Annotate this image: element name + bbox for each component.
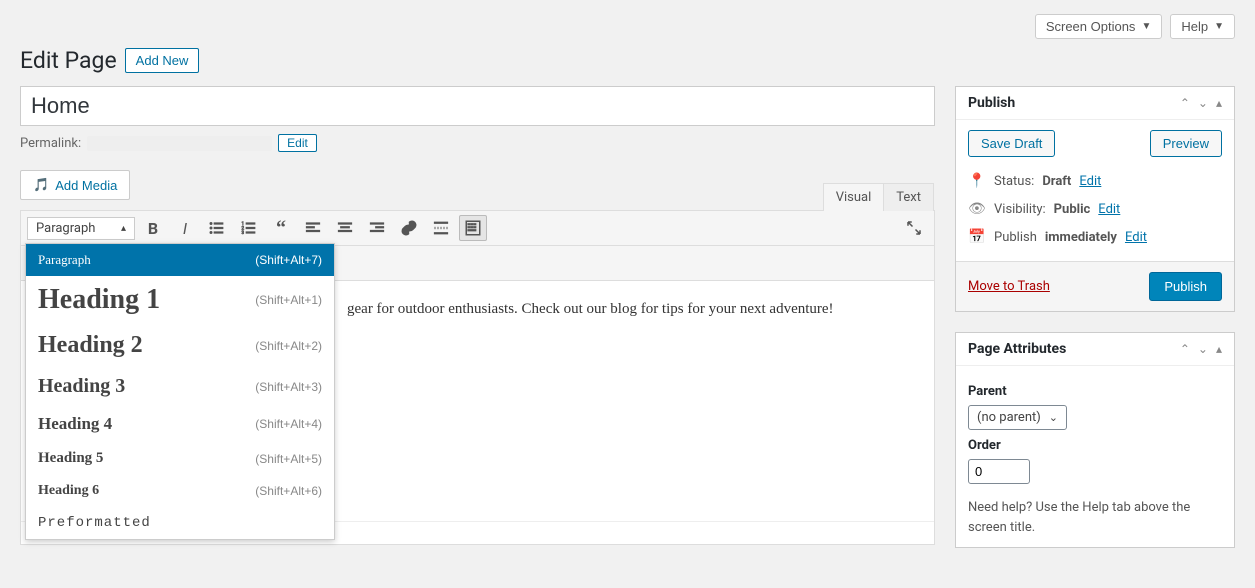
chevron-down-icon[interactable]: ⌄	[1198, 96, 1208, 110]
format-option[interactable]: Heading 3(Shift+Alt+3)	[26, 367, 334, 406]
page-attributes-metabox: Page Attributes ⌃ ⌄ ▴ Parent (no parent)…	[955, 332, 1235, 548]
svg-text:3: 3	[242, 230, 245, 236]
triangle-down-icon: ▼	[1214, 21, 1224, 32]
fullscreen-button[interactable]	[900, 215, 928, 241]
visibility-edit-link[interactable]: Edit	[1098, 202, 1120, 217]
publish-button[interactable]: Publish	[1149, 272, 1222, 301]
chevron-down-icon[interactable]: ⌄	[1198, 342, 1208, 356]
bulleted-list-button[interactable]	[203, 215, 231, 241]
move-to-trash-link[interactable]: Move to Trash	[968, 279, 1050, 294]
bold-button[interactable]: B	[139, 215, 167, 241]
order-label: Order	[968, 438, 1222, 453]
permalink-edit-button[interactable]: Edit	[278, 134, 317, 152]
publish-metabox: Publish ⌃ ⌄ ▴ Save Draft Preview 📍 Statu…	[955, 86, 1235, 312]
preview-button[interactable]: Preview	[1150, 130, 1222, 157]
chevron-up-icon[interactable]: ⌃	[1180, 342, 1190, 356]
add-new-button[interactable]: Add New	[125, 48, 200, 73]
blockquote-button[interactable]: “	[267, 215, 295, 241]
format-dropdown-menu: Paragraph(Shift+Alt+7)Heading 1(Shift+Al…	[25, 243, 335, 540]
format-dropdown-toggle[interactable]: Paragraph ▴	[27, 217, 135, 240]
help-button[interactable]: Help ▼	[1170, 14, 1235, 39]
publish-title: Publish	[968, 95, 1015, 111]
triangle-down-icon: ▼	[1141, 21, 1151, 32]
format-option[interactable]: Paragraph(Shift+Alt+7)	[26, 244, 334, 276]
eye-icon: 👁	[968, 201, 986, 217]
schedule-edit-link[interactable]: Edit	[1125, 230, 1147, 245]
permalink-label: Permalink:	[20, 136, 81, 151]
format-option[interactable]: Heading 5(Shift+Alt+5)	[26, 442, 334, 475]
page-title: Edit Page	[20, 47, 117, 74]
post-title-input[interactable]	[20, 86, 935, 126]
chevron-up-icon[interactable]: ⌃	[1180, 96, 1190, 110]
attributes-help-text: Need help? Use the Help tab above the sc…	[968, 498, 1222, 537]
pin-icon: 📍	[968, 173, 986, 189]
permalink-value	[87, 136, 272, 151]
status-edit-link[interactable]: Edit	[1079, 174, 1101, 189]
tab-visual[interactable]: Visual	[823, 183, 885, 212]
align-left-button[interactable]	[299, 215, 327, 241]
format-option[interactable]: Heading 2(Shift+Alt+2)	[26, 324, 334, 367]
page-attributes-title: Page Attributes	[968, 341, 1066, 357]
triangle-up-icon[interactable]: ▴	[1216, 96, 1222, 110]
music-note-icon: 🎵	[33, 177, 49, 193]
numbered-list-button[interactable]: 123	[235, 215, 263, 241]
triangle-up-icon[interactable]: ▴	[1216, 342, 1222, 356]
align-right-button[interactable]	[363, 215, 391, 241]
format-option[interactable]: Heading 6(Shift+Alt+6)	[26, 475, 334, 507]
add-media-button[interactable]: 🎵 Add Media	[20, 170, 130, 200]
align-center-button[interactable]	[331, 215, 359, 241]
italic-button[interactable]: I	[171, 215, 199, 241]
format-option[interactable]: Heading 1(Shift+Alt+1)	[26, 276, 334, 324]
tab-text[interactable]: Text	[883, 183, 934, 212]
toolbar-toggle-button[interactable]	[459, 215, 487, 241]
save-draft-button[interactable]: Save Draft	[968, 130, 1055, 157]
calendar-icon: 📅	[968, 229, 986, 245]
link-button[interactable]	[395, 215, 423, 241]
read-more-button[interactable]	[427, 215, 455, 241]
format-option[interactable]: Preformatted	[26, 507, 334, 539]
parent-select[interactable]: (no parent) ⌄	[968, 405, 1067, 430]
order-input[interactable]	[968, 459, 1030, 484]
chevron-down-icon: ⌄	[1049, 411, 1058, 424]
triangle-up-icon: ▴	[121, 223, 126, 234]
parent-label: Parent	[968, 384, 1222, 399]
screen-options-button[interactable]: Screen Options ▼	[1035, 14, 1163, 39]
format-option[interactable]: Heading 4(Shift+Alt+4)	[26, 406, 334, 442]
